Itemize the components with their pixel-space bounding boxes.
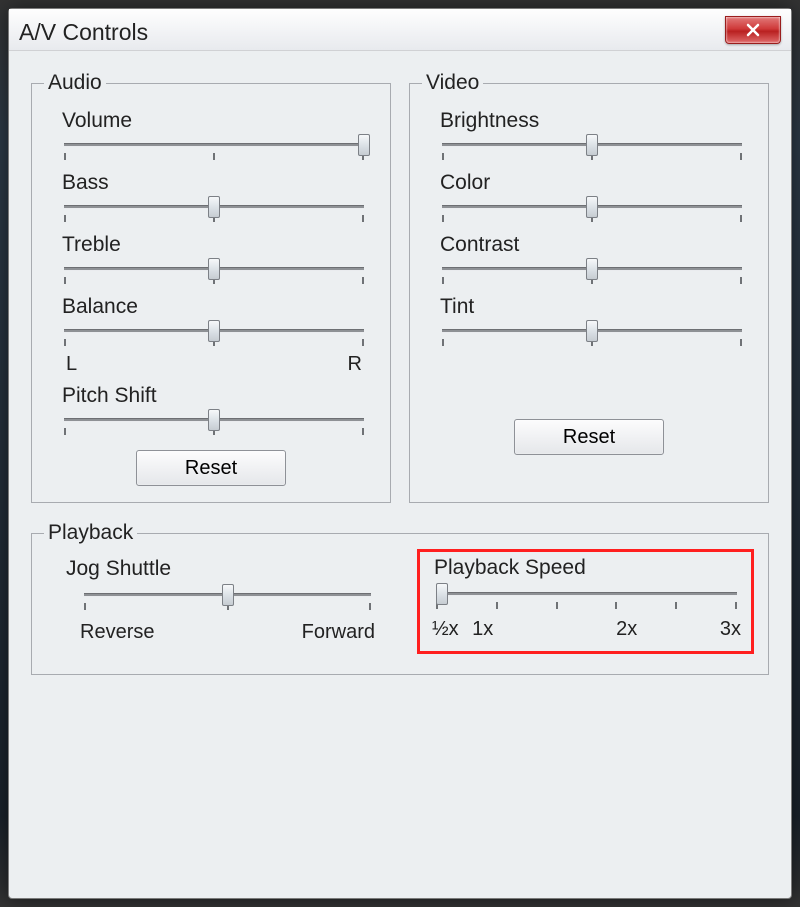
close-button[interactable] (725, 16, 781, 44)
treble-slider[interactable] (64, 261, 364, 287)
pitch-block: Pitch Shift (60, 384, 368, 438)
bass-block: Bass (60, 171, 368, 225)
volume-slider[interactable] (64, 137, 364, 163)
speed-half-label: ½x (432, 618, 472, 641)
video-group: Video Brightness Color (409, 71, 769, 503)
balance-left-label: L (66, 353, 77, 376)
titlebar: A/V Controls (9, 9, 791, 51)
playback-group: Playback Jog Shuttle Reverse Forward (31, 521, 769, 675)
treble-block: Treble (60, 233, 368, 287)
audio-legend: Audio (44, 71, 106, 95)
speed-3x-label: 3x (688, 618, 741, 641)
color-block: Color (438, 171, 746, 225)
jog-reverse-label: Reverse (80, 621, 154, 644)
color-slider[interactable] (442, 199, 742, 225)
playback-legend: Playback (44, 521, 137, 545)
jog-shuttle-block: Jog Shuttle Reverse Forward (46, 555, 397, 654)
client-area: Audio Volume Bass (9, 51, 791, 898)
balance-right-label: R (348, 353, 362, 376)
jog-shuttle-slider[interactable] (84, 587, 371, 613)
volume-label: Volume (60, 109, 368, 133)
bass-slider[interactable] (64, 199, 364, 225)
balance-label: Balance (60, 295, 368, 319)
speed-1x-label: 1x (472, 618, 565, 641)
audio-reset-button[interactable]: Reset (136, 450, 286, 486)
tint-block: Tint (438, 295, 746, 349)
jog-forward-label: Forward (302, 621, 375, 644)
volume-block: Volume (60, 109, 368, 163)
contrast-slider[interactable] (442, 261, 742, 287)
contrast-block: Contrast (438, 233, 746, 287)
playback-speed-highlight: Playback Speed ½x 1x 2x (417, 549, 754, 654)
video-reset-button[interactable]: Reset (514, 419, 664, 455)
brightness-block: Brightness (438, 109, 746, 163)
balance-block: Balance L R (60, 295, 368, 376)
brightness-label: Brightness (438, 109, 746, 133)
pitch-slider[interactable] (64, 412, 364, 438)
window-title: A/V Controls (19, 19, 148, 46)
jog-shuttle-label: Jog Shuttle (64, 557, 391, 581)
treble-label: Treble (60, 233, 368, 257)
audio-group: Audio Volume Bass (31, 71, 391, 503)
close-icon (745, 22, 761, 38)
brightness-slider[interactable] (442, 137, 742, 163)
playback-speed-label: Playback Speed (432, 556, 741, 580)
balance-slider[interactable] (64, 323, 364, 349)
color-label: Color (438, 171, 746, 195)
speed-2x-label: 2x (565, 618, 689, 641)
video-legend: Video (422, 71, 483, 95)
playback-speed-slider[interactable] (436, 586, 737, 612)
tint-label: Tint (438, 295, 746, 319)
tint-slider[interactable] (442, 323, 742, 349)
av-controls-dialog: A/V Controls Audio Volume (8, 8, 792, 899)
bass-label: Bass (60, 171, 368, 195)
contrast-label: Contrast (438, 233, 746, 257)
pitch-label: Pitch Shift (60, 384, 368, 408)
